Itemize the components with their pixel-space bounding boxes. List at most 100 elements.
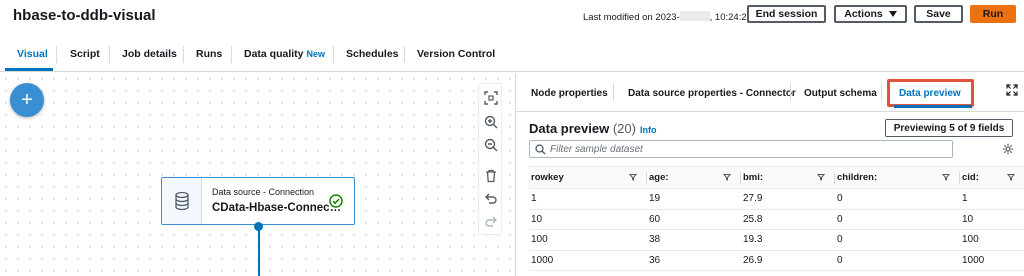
table-cell: 0 bbox=[835, 209, 960, 230]
zoom-out-icon[interactable] bbox=[483, 137, 499, 153]
filter-input[interactable] bbox=[550, 143, 940, 156]
check-circle-icon bbox=[329, 194, 343, 208]
tab-divider bbox=[183, 46, 184, 63]
tab-runs[interactable]: Runs bbox=[196, 48, 222, 60]
node-details-panel: Node properties Data source properties -… bbox=[515, 73, 1024, 276]
column-filter-icon[interactable] bbox=[817, 173, 825, 181]
table-cell: 19 bbox=[647, 188, 741, 210]
tab-divider bbox=[231, 46, 232, 63]
caret-down-icon bbox=[888, 11, 897, 17]
database-icon bbox=[175, 191, 189, 211]
tab-data-quality[interactable]: Data quality New bbox=[244, 48, 325, 60]
data-preview-heading: Data preview (20) Info bbox=[529, 121, 657, 136]
data-source-node[interactable]: Data source - Connection CData-Hbase-Con… bbox=[161, 177, 355, 225]
column-header-label: cid: bbox=[962, 172, 979, 183]
visual-canvas[interactable]: + Data source - Connection CData-Hbase-C… bbox=[0, 73, 515, 276]
table-cell: 100 bbox=[529, 229, 647, 251]
highlight-box bbox=[887, 79, 974, 107]
table-cell: 100 bbox=[960, 229, 1024, 251]
table-cell: 38 bbox=[647, 229, 741, 251]
column-filter-icon[interactable] bbox=[723, 173, 731, 181]
run-button[interactable]: Run bbox=[970, 5, 1016, 23]
column-header-label: rowkey bbox=[531, 172, 564, 183]
undo-icon[interactable] bbox=[483, 191, 499, 207]
tab-job-details[interactable]: Job details bbox=[122, 48, 177, 60]
add-node-button[interactable]: + bbox=[10, 83, 44, 117]
tab-data-source-properties[interactable]: Data source properties - Connector bbox=[628, 88, 796, 99]
node-output-port[interactable] bbox=[254, 222, 263, 231]
tab-divider bbox=[613, 83, 614, 101]
tab-divider bbox=[109, 46, 110, 63]
table-cell: 19.3 bbox=[741, 229, 835, 251]
column-header[interactable]: bmi: bbox=[741, 166, 835, 189]
active-tab-indicator bbox=[894, 105, 972, 108]
tab-divider bbox=[790, 83, 791, 101]
tab-schedules[interactable]: Schedules bbox=[346, 48, 399, 60]
actions-dropdown-button[interactable]: Actions bbox=[834, 5, 907, 23]
filter-field[interactable] bbox=[529, 140, 953, 158]
tab-version-control[interactable]: Version Control bbox=[417, 48, 495, 60]
panel-divider bbox=[516, 111, 1024, 112]
active-tab-indicator bbox=[5, 68, 53, 71]
tab-node-properties[interactable]: Node properties bbox=[531, 88, 608, 99]
column-header-label: children: bbox=[837, 172, 878, 183]
column-header[interactable]: children: bbox=[835, 166, 960, 189]
table-cell: 10 bbox=[960, 209, 1024, 230]
save-button[interactable]: Save bbox=[914, 5, 963, 23]
table-cell: 1000 bbox=[960, 250, 1024, 271]
table-cell: 27.9 bbox=[741, 188, 835, 210]
node-name-label: CData-Hbase-Connec… bbox=[212, 202, 342, 214]
search-icon bbox=[535, 144, 546, 155]
table-cell: 25.8 bbox=[741, 209, 835, 230]
column-filter-icon[interactable] bbox=[942, 173, 950, 181]
table-cell: 26.9 bbox=[741, 250, 835, 271]
trash-icon[interactable] bbox=[483, 168, 499, 184]
job-tabs: Visual Script Job details Runs Data qual… bbox=[0, 38, 1024, 72]
data-preview-table: rowkey age: bmi: children: cid: 1 19 27.9 0 1 10 6… bbox=[529, 166, 1024, 271]
node-edge bbox=[258, 225, 260, 276]
table-row: 1 19 27.9 0 1 bbox=[529, 188, 1024, 210]
tab-script[interactable]: Script bbox=[70, 48, 100, 60]
node-icon-box bbox=[162, 178, 202, 224]
tab-divider bbox=[56, 46, 57, 63]
column-header[interactable]: cid: bbox=[960, 166, 1024, 189]
table-cell: 1 bbox=[960, 188, 1024, 210]
gear-icon[interactable] bbox=[1002, 143, 1014, 155]
table-cell: 36 bbox=[647, 250, 741, 271]
header: hbase-to-ddb-visual Last modified on 202… bbox=[0, 0, 1024, 34]
row-count: (20) bbox=[612, 121, 636, 136]
column-header[interactable]: age: bbox=[647, 166, 741, 189]
node-type-label: Data source - Connection bbox=[212, 187, 315, 197]
column-header-label: age: bbox=[649, 172, 669, 183]
canvas-toolbar bbox=[478, 83, 502, 235]
table-cell: 1000 bbox=[529, 250, 647, 271]
column-filter-icon[interactable] bbox=[629, 173, 637, 181]
column-header[interactable]: rowkey bbox=[529, 166, 647, 189]
redo-icon[interactable] bbox=[483, 214, 499, 230]
table-row: 10 60 25.8 0 10 bbox=[529, 209, 1024, 230]
tab-divider bbox=[333, 46, 334, 63]
table-cell: 0 bbox=[835, 250, 960, 271]
last-modified-text: Last modified on 2023-, 10:24:26 a.m. bbox=[583, 11, 774, 23]
column-filter-icon[interactable] bbox=[1007, 173, 1015, 181]
tab-output-schema[interactable]: Output schema bbox=[804, 88, 877, 99]
expand-icon[interactable] bbox=[1006, 84, 1018, 96]
tab-divider bbox=[881, 83, 882, 101]
info-link[interactable]: Info bbox=[640, 125, 657, 135]
job-title: hbase-to-ddb-visual bbox=[13, 7, 156, 24]
new-badge: New bbox=[306, 49, 326, 59]
column-header-label: bmi: bbox=[743, 172, 764, 183]
table-cell: 0 bbox=[835, 188, 960, 210]
table-cell: 1 bbox=[529, 188, 647, 210]
fit-to-screen-icon[interactable] bbox=[483, 90, 499, 106]
zoom-in-icon[interactable] bbox=[483, 114, 499, 130]
previewing-fields-button[interactable]: Previewing 5 of 9 fields bbox=[885, 119, 1013, 137]
table-cell: 0 bbox=[835, 229, 960, 251]
tab-visual[interactable]: Visual bbox=[17, 48, 48, 60]
table-cell: 10 bbox=[529, 209, 647, 230]
end-session-button[interactable]: End session bbox=[747, 5, 826, 23]
table-body: 1 19 27.9 0 1 10 60 25.8 0 10 100 38 19.3 0 100 1000 36 2… bbox=[529, 188, 1024, 271]
table-row: 1000 36 26.9 0 1000 bbox=[529, 250, 1024, 271]
table-cell: 60 bbox=[647, 209, 741, 230]
table-header-row: rowkey age: bmi: children: cid: bbox=[529, 166, 1024, 189]
